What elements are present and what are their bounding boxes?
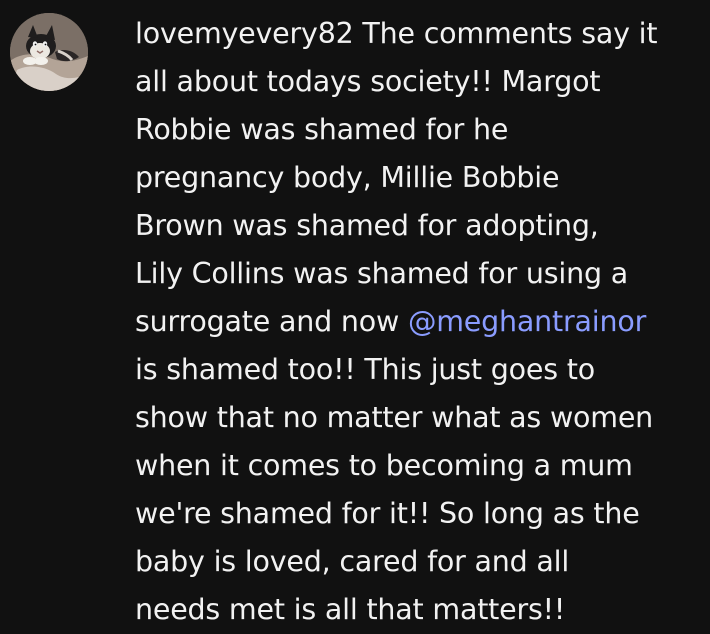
avatar[interactable] [10, 13, 88, 91]
mention-link[interactable]: @meghantrainor [408, 305, 646, 338]
comment-text-line: baby is loved, cared for and all [135, 545, 570, 578]
comment-text-line: Lily Collins was shamed for using a [135, 257, 628, 290]
comment-text-line: show that no matter what as women [135, 401, 654, 434]
comment-text-line: all about todays society!! Margot [135, 65, 601, 98]
comment-body: lovemyevery82 The comments say it all ab… [135, 10, 710, 634]
cat-avatar-icon [10, 13, 88, 91]
comment-mention-line: surrogate and now @meghantrainor [135, 298, 710, 346]
comment-text-line: is shamed too!! This just goes to [135, 353, 595, 386]
comment-text-line: Brown was shamed for adopting, [135, 209, 599, 242]
comment-text-segment: The comments say it [353, 17, 658, 50]
comment-text-line: we're shamed for it!! So long as the [135, 497, 640, 530]
comment-text-line: Robbie was shamed for he [135, 113, 509, 146]
username-link[interactable]: lovemyevery82 [135, 17, 354, 50]
comment-text-line: pregnancy body, Millie Bobbie [135, 161, 560, 194]
comment-text-segment: surrogate and now [135, 305, 408, 338]
comment-text-line: needs met is all that matters!! [135, 593, 566, 626]
comment-line-1: lovemyevery82 The comments say it [135, 10, 710, 58]
comment: lovemyevery82 The comments say it all ab… [0, 0, 710, 626]
comment-text-line: when it comes to becoming a mum [135, 449, 633, 482]
